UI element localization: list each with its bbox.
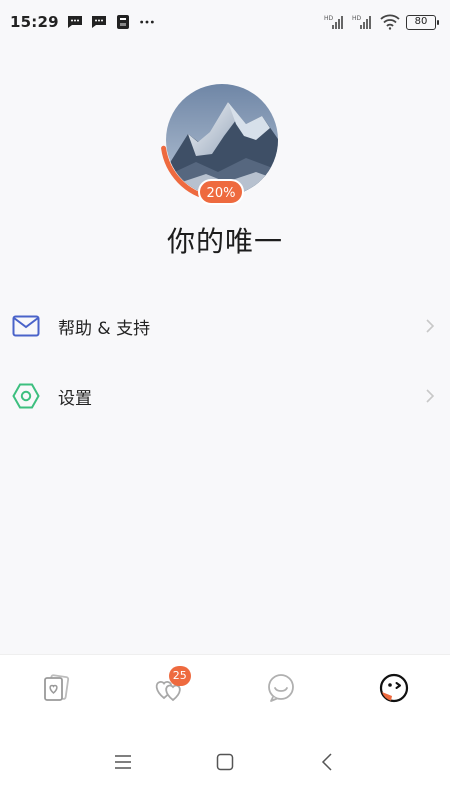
chevron-right-icon — [424, 318, 436, 334]
tab-cards[interactable] — [26, 660, 86, 720]
home-nav-button[interactable] — [213, 750, 237, 774]
signal-icon-1: HD — [324, 14, 346, 30]
message-icon-2 — [91, 14, 107, 30]
tab-chat[interactable] — [251, 660, 311, 720]
menu-item-settings[interactable]: 设置 — [0, 364, 450, 428]
signal-icon-2: HD — [352, 14, 374, 30]
status-left: 15:29 — [10, 13, 155, 31]
status-bar: 15:29 HD HD 80 — [0, 0, 450, 44]
battery-indicator: 80 — [406, 14, 439, 30]
network-label-1: HD — [324, 15, 334, 22]
system-nav-bar — [0, 724, 450, 800]
chat-bubble-icon — [265, 673, 297, 707]
avatar-container[interactable]: 20% — [160, 78, 284, 205]
back-nav-button[interactable] — [315, 750, 339, 774]
profile-screen: 15:29 HD HD 80 20% 你的唯一 帮助 & 支持 设置 25 — [0, 0, 450, 800]
wifi-icon — [380, 14, 400, 30]
status-right: HD HD 80 — [324, 14, 439, 30]
menu-item-help[interactable]: 帮助 & 支持 — [0, 294, 450, 358]
profile-name: 你的唯一 — [166, 225, 283, 258]
chevron-right-icon — [424, 388, 436, 404]
likes-badge: 25 — [168, 665, 191, 686]
menu-item-help-label: 帮助 & 支持 — [58, 318, 151, 339]
network-label-2: HD — [352, 15, 362, 22]
cards-icon — [41, 673, 71, 707]
face-icon — [378, 672, 410, 708]
mail-icon — [12, 312, 40, 340]
menu-nav-button[interactable] — [111, 750, 135, 774]
more-dots-icon — [139, 14, 155, 30]
status-time: 15:29 — [10, 13, 59, 31]
square-home-icon — [216, 753, 234, 771]
app-notification-icon — [115, 14, 131, 30]
message-icon — [67, 14, 83, 30]
completion-badge: 20% — [198, 179, 244, 205]
back-chevron-icon — [321, 753, 332, 771]
menu-item-settings-label: 设置 — [58, 388, 92, 409]
bottom-tab-bar: 25 — [0, 654, 450, 724]
hexagon-settings-icon — [12, 382, 40, 410]
tab-likes[interactable]: 25 — [139, 660, 199, 720]
tab-me[interactable] — [364, 660, 424, 720]
menu-lines-icon — [115, 755, 131, 769]
